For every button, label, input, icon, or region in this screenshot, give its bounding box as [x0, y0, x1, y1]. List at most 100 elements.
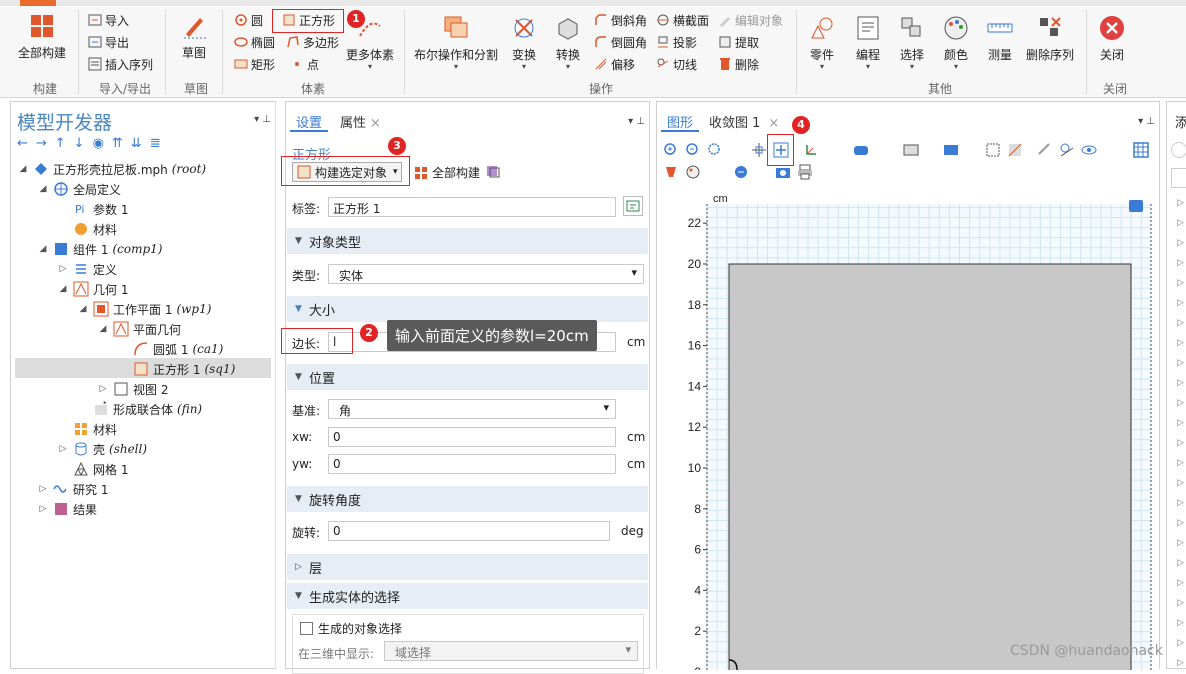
physics-expand-icon[interactable]: ▷ — [1177, 338, 1184, 348]
boolean-partition-button[interactable]: 布尔操作和分割 ▾ — [414, 14, 498, 71]
physics-expand-icon[interactable]: ▷ — [1177, 558, 1184, 568]
panel-menu-icon[interactable]: ▾ ⊥ — [1138, 116, 1155, 127]
physics-expand-icon[interactable]: ▷ — [1177, 218, 1184, 228]
measure-button[interactable]: 测量 — [986, 14, 1014, 63]
sketch-button[interactable]: 草图 — [180, 12, 208, 61]
point-button[interactable]: 点 — [290, 54, 319, 74]
tree-node-materials[interactable]: 材料 — [57, 419, 117, 439]
tree-node-view[interactable]: ▷ 视图 2 — [97, 379, 168, 399]
hide-icon[interactable] — [1037, 142, 1053, 158]
section-rotation[interactable]: ▼ 旋转角度 — [287, 486, 648, 512]
model-builder-scrollbar[interactable] — [275, 102, 276, 668]
tab-properties[interactable]: 属性 × — [334, 108, 387, 132]
zoom-out-icon[interactable] — [685, 142, 701, 158]
build-all-small-button[interactable]: 全部构建 — [414, 164, 480, 181]
build-preceding-icon[interactable] — [486, 164, 500, 178]
render-palette-icon[interactable] — [685, 164, 701, 180]
rectangle-button[interactable]: 矩形 — [234, 54, 275, 74]
polygon-button[interactable]: 多边形 — [286, 32, 339, 52]
programming-button[interactable]: 编程 ▾ — [854, 14, 882, 71]
extract-button[interactable]: 提取 — [718, 32, 759, 52]
axis-orientation-icon[interactable] — [803, 142, 819, 158]
convert-button[interactable]: 转换 ▾ — [554, 14, 582, 71]
select-domains-icon[interactable] — [853, 142, 869, 158]
clear-selection-icon[interactable] — [1007, 142, 1023, 158]
delete-sequence-button[interactable]: 删除序列 — [1026, 14, 1074, 63]
screenshot-camera-icon[interactable] — [775, 164, 791, 180]
physics-expand-icon[interactable]: ▷ — [1177, 418, 1184, 428]
ellipse-button[interactable]: 椭圆 — [234, 32, 275, 52]
tangent-button[interactable]: 切线 — [656, 54, 697, 74]
physics-expand-icon[interactable]: ▷ — [1177, 198, 1184, 208]
insert-sequence-button[interactable]: 插入序列 — [88, 54, 153, 74]
physics-expand-icon[interactable]: ▷ — [1177, 498, 1184, 508]
file-tab-accent[interactable] — [20, 0, 56, 6]
print-icon[interactable] — [797, 164, 813, 180]
physics-expand-icon[interactable]: ▷ — [1177, 378, 1184, 388]
tree-node-work-plane[interactable]: ◢ 工作平面 1 (wp1) — [77, 299, 211, 319]
tab-add-physics[interactable]: 添 — [1169, 108, 1186, 132]
delete-button[interactable]: 删除 — [718, 54, 759, 74]
tree-node-component[interactable]: ◢ 组件 1 (comp1) — [37, 239, 163, 259]
physics-expand-icon[interactable]: ▷ — [1177, 298, 1184, 308]
physics-expand-icon[interactable]: ▷ — [1177, 438, 1184, 448]
tree-node-mesh[interactable]: 网格 1 — [57, 459, 128, 479]
parts-button[interactable]: 零件 ▾ — [808, 14, 836, 71]
panel-menu-icon[interactable]: ▾ ⊥ — [628, 116, 645, 127]
scene-light-icon[interactable] — [663, 164, 679, 180]
box-select-icon[interactable] — [985, 142, 1001, 158]
rotation-input[interactable]: 0 — [328, 521, 610, 541]
physics-expand-icon[interactable]: ▷ — [1177, 238, 1184, 248]
visibility-icon[interactable] — [1081, 142, 1097, 158]
tree-node-parameters[interactable]: Pi 参数 1 — [57, 199, 128, 219]
tree-node-root[interactable]: ◢ 正方形壳拉尼板.mph (root) — [17, 159, 207, 179]
physics-expand-icon[interactable]: ▷ — [1177, 478, 1184, 488]
select-points-icon[interactable] — [943, 142, 959, 158]
tree-node-global-definitions[interactable]: ◢ 全局定义 — [37, 179, 121, 199]
transform-button[interactable]: 变换 ▾ — [510, 14, 538, 71]
edit-object-button[interactable]: 编辑对象 — [718, 10, 783, 30]
tree-node-geometry[interactable]: ◢ 几何 1 — [57, 279, 128, 299]
physics-expand-icon[interactable]: ▷ — [1177, 358, 1184, 368]
search-input[interactable] — [1171, 168, 1186, 188]
physics-expand-icon[interactable]: ▷ — [1177, 578, 1184, 588]
color-button[interactable]: 颜色 ▾ — [942, 14, 970, 71]
physics-expand-icon[interactable]: ▷ — [1177, 618, 1184, 628]
tab-settings[interactable]: 设置 — [290, 108, 329, 132]
tab-graphics[interactable]: 图形 — [661, 108, 700, 132]
projection-button[interactable]: 投影 — [656, 32, 697, 52]
section-selection[interactable]: ▼ 生成实体的选择 — [287, 583, 648, 609]
tree-node-definitions[interactable]: ▷ 定义 — [57, 259, 117, 279]
physics-expand-icon[interactable]: ▷ — [1177, 638, 1184, 648]
tree-node-shell[interactable]: ▷ 壳 (shell) — [57, 439, 148, 459]
section-size[interactable]: ▼ 大小 — [287, 296, 648, 322]
base-select[interactable]: 角 — [328, 399, 616, 419]
physics-expand-icon[interactable]: ▷ — [1177, 398, 1184, 408]
build-all-button[interactable]: 全部构建 — [18, 12, 66, 61]
offset-button[interactable]: 偏移 — [594, 54, 635, 74]
zoom-selected-icon[interactable] — [751, 142, 767, 158]
model-builder-toolbar[interactable]: ←→↑↓◉⇈⇊≣ — [17, 136, 257, 154]
panel-menu-icon[interactable]: ▾ ⊥ — [254, 114, 271, 125]
selection-button[interactable]: 选择 ▾ — [898, 14, 926, 71]
physics-expand-icon[interactable]: ▷ — [1177, 518, 1184, 528]
section-position[interactable]: ▼ 位置 — [287, 364, 648, 390]
label-input[interactable]: 正方形 1 — [328, 197, 616, 217]
zoom-box-icon[interactable] — [707, 142, 723, 158]
tree-node-arc[interactable]: 圆弧 1 (ca1) — [117, 339, 223, 359]
import-button[interactable]: 导入 — [88, 10, 129, 30]
close-button[interactable]: 关闭 — [1098, 14, 1126, 63]
export-button[interactable]: 导出 — [88, 32, 129, 52]
globe-icon[interactable] — [1171, 142, 1186, 158]
circle-button[interactable]: 圆 — [234, 10, 263, 30]
tree-node-square[interactable]: 正方形 1 (sq1) — [117, 359, 235, 379]
physics-expand-icon[interactable]: ▷ — [1177, 258, 1184, 268]
show-in-3d-select[interactable]: 域选择 — [384, 641, 638, 661]
physics-expand-icon[interactable]: ▷ — [1177, 658, 1184, 668]
xw-input[interactable]: 0 — [328, 427, 616, 447]
tree-node-study[interactable]: ▷ 研究 1 — [37, 479, 109, 499]
create-selection-checkbox[interactable]: 生成的对象选择 — [300, 620, 402, 637]
tree-node-form-union[interactable]: * 形成联合体 (fin) — [77, 399, 202, 419]
physics-expand-icon[interactable]: ▷ — [1177, 278, 1184, 288]
cross-section-button[interactable]: 横截面 — [656, 10, 709, 30]
